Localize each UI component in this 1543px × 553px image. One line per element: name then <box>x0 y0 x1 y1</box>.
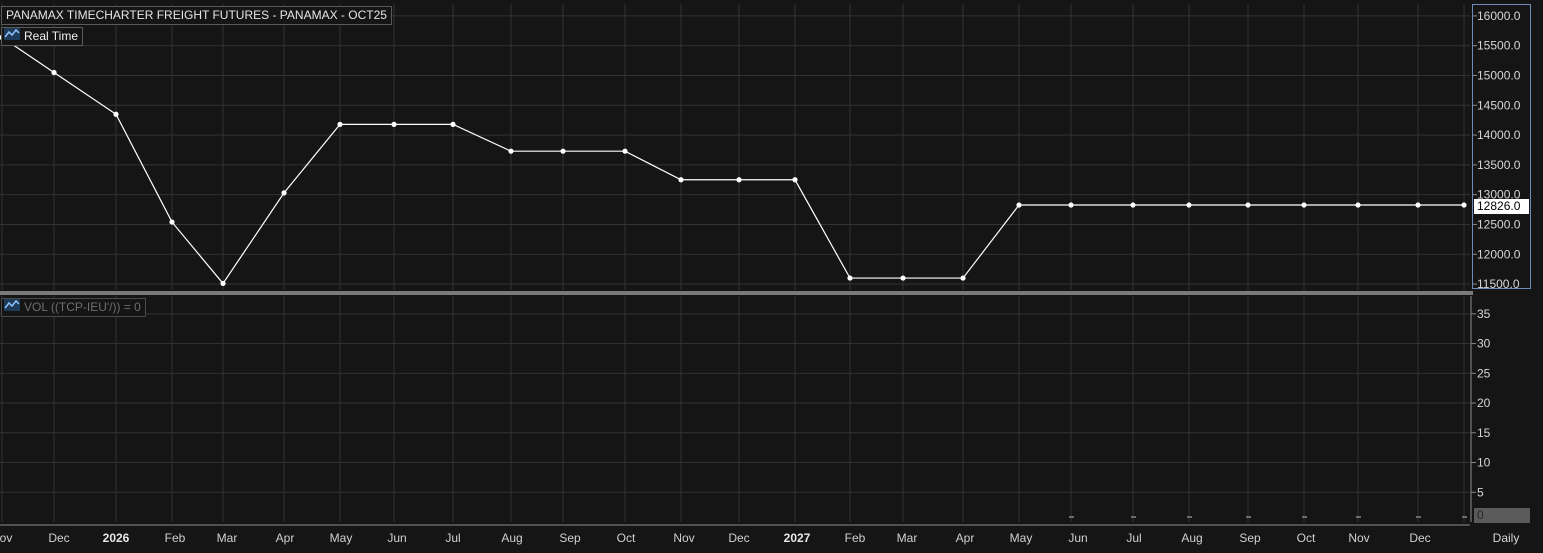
time-tick-label: Mar <box>217 531 238 545</box>
chart-title: PANAMAX TIMECHARTER FREIGHT FUTURES - PA… <box>1 6 392 25</box>
volume-bar <box>1416 516 1421 518</box>
time-tick-label: Feb <box>845 531 866 545</box>
price-data-point <box>1130 202 1136 208</box>
price-data-point <box>51 69 57 76</box>
price-data-point <box>169 219 175 225</box>
price-data-point <box>450 121 456 127</box>
price-data-point <box>1245 202 1251 208</box>
time-tick-label: Dec <box>728 531 749 545</box>
volume-tick-label: 10 <box>1477 456 1491 470</box>
time-tick-label: Oct <box>1297 531 1316 545</box>
volume-tick-label: 20 <box>1477 396 1491 410</box>
price-line-layer <box>0 34 1467 287</box>
volume-legend[interactable]: VOL ((TCP-IEU'/)) = 0 <box>1 298 146 317</box>
time-tick-label: Apr <box>276 531 295 545</box>
volume-tick-label: 30 <box>1477 337 1491 351</box>
time-axis[interactable]: ov Dec 2026 Feb Mar Apr May Jun Jul Aug Sep Oct Nov D… <box>0 531 1431 545</box>
line-chart-icon <box>4 28 20 45</box>
price-scale-frame[interactable] <box>1472 4 1531 289</box>
chart-svg[interactable]: 16000.015500.015000.014500.014000.013500… <box>0 0 1543 548</box>
volume-tick-label: 25 <box>1477 366 1491 380</box>
price-data-point <box>1415 202 1421 208</box>
price-data-point <box>622 148 628 154</box>
price-data-point <box>1355 202 1361 208</box>
price-data-point <box>736 177 742 183</box>
time-tick-label: ov <box>0 531 12 545</box>
price-data-point <box>508 148 514 154</box>
volume-layer <box>1069 516 1467 518</box>
pane-divider[interactable] <box>0 291 1473 295</box>
time-tick-label: Mar <box>897 531 918 545</box>
price-data-point <box>281 190 287 196</box>
time-tick-label: Nov <box>673 531 694 545</box>
time-tick-label: May <box>1010 531 1033 545</box>
volume-bar <box>1069 516 1074 518</box>
price-data-point <box>337 121 343 127</box>
volume-axis[interactable]: 35 30 25 20 15 10 5 <box>0 296 1491 526</box>
price-series-line <box>1 36 1464 285</box>
volume-bar <box>1246 516 1251 518</box>
series-legend-label: Real Time <box>24 29 79 43</box>
current-price-marker: 12826.0 <box>1474 199 1529 214</box>
price-grid <box>0 4 1470 290</box>
volume-grid <box>0 296 1470 522</box>
price-data-point <box>560 148 566 154</box>
series-legend[interactable]: Real Time <box>1 27 84 46</box>
time-tick-label: Dec <box>48 531 69 545</box>
volume-bar <box>1131 516 1136 518</box>
volume-tick-label: 5 <box>1477 485 1484 499</box>
price-data-point <box>1461 202 1467 208</box>
time-tick-label: Jul <box>445 531 460 545</box>
price-data-point <box>792 177 798 183</box>
line-chart-icon <box>4 299 20 316</box>
price-data-point <box>220 280 226 287</box>
time-tick-label: Jun <box>387 531 406 545</box>
volume-bar <box>1302 516 1307 518</box>
time-tick-label: Aug <box>1181 531 1202 545</box>
time-tick-label: Feb <box>165 531 186 545</box>
volume-legend-label: VOL ((TCP-IEU'/)) = 0 <box>24 300 141 314</box>
price-data-point <box>960 275 966 281</box>
price-data-point <box>678 177 684 183</box>
volume-bar <box>1187 516 1192 518</box>
time-tick-label: Sep <box>1239 531 1261 545</box>
price-data-point <box>1301 202 1307 208</box>
time-tick-label: 2027 <box>784 531 811 545</box>
price-data-point <box>847 275 853 281</box>
price-data-point <box>1016 202 1022 208</box>
time-tick-label: Jul <box>1126 531 1141 545</box>
period-selector[interactable]: Daily <box>1473 530 1539 546</box>
time-tick-label: Oct <box>617 531 636 545</box>
price-data-point <box>391 121 397 127</box>
time-tick-label: Aug <box>501 531 522 545</box>
time-tick-label: Jun <box>1068 531 1087 545</box>
price-data-point <box>1186 202 1192 208</box>
price-data-point <box>900 275 906 281</box>
current-volume-marker: 0 <box>1474 508 1530 523</box>
time-tick-label: Sep <box>559 531 581 545</box>
chart-area[interactable]: 16000.0 15500.0 15000.0 14500.0 14000.0 13500… <box>0 0 1543 548</box>
price-data-point <box>113 111 119 117</box>
volume-bar <box>1462 516 1467 518</box>
time-tick-label: Apr <box>956 531 975 545</box>
volume-tick-label: 35 <box>1477 307 1491 321</box>
volume-bar <box>1356 516 1361 518</box>
volume-tick-label: 15 <box>1477 426 1491 440</box>
time-tick-label: Nov <box>1348 531 1369 545</box>
time-tick-label: 2026 <box>103 531 130 545</box>
price-data-point <box>1068 202 1074 208</box>
time-tick-label: Dec <box>1409 531 1430 545</box>
time-tick-label: May <box>330 531 353 545</box>
